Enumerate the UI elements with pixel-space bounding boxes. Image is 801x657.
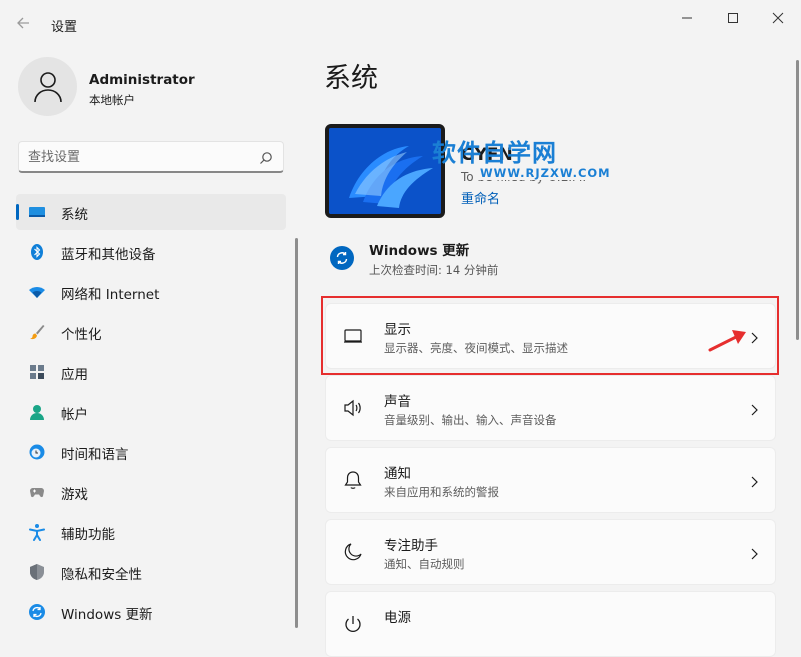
maximize-button[interactable]	[710, 4, 756, 32]
page-title: 系统	[324, 63, 378, 94]
account-icon	[28, 403, 46, 421]
chevron-right-icon	[749, 474, 759, 493]
watermark-url: WWW.RJZXW.COM	[478, 166, 613, 180]
bell-icon	[343, 470, 363, 490]
search-box[interactable]	[18, 141, 284, 173]
sidebar-item-network[interactable]: 网络和 Internet	[16, 274, 286, 310]
sidebar-item-windows-update[interactable]: Windows 更新	[16, 594, 286, 630]
speaker-icon	[343, 398, 363, 418]
network-icon	[28, 283, 46, 301]
sidebar-item-accounts[interactable]: 帐户	[16, 394, 286, 430]
user-name: Administrator	[89, 72, 195, 88]
sidebar-item-personalization[interactable]: 个性化	[16, 314, 286, 350]
sidebar-scrollbar[interactable]	[295, 238, 298, 628]
close-button[interactable]	[755, 4, 801, 32]
sidebar-item-time-language[interactable]: 时间和语言	[16, 434, 286, 470]
desktop-wallpaper-thumbnail	[325, 124, 445, 218]
title-bar: 设置	[0, 0, 801, 48]
red-arrow-icon	[706, 326, 750, 358]
clock-globe-icon	[28, 443, 46, 461]
update-title: Windows 更新	[369, 243, 470, 259]
sidebar-item-system[interactable]: 系统	[16, 194, 286, 230]
back-arrow-icon[interactable]	[12, 10, 38, 36]
sidebar-item-accessibility[interactable]: 辅助功能	[16, 514, 286, 550]
card-sound[interactable]: 声音 音量级别、输出、输入、声音设备	[325, 375, 776, 441]
sidebar-item-bluetooth[interactable]: 蓝牙和其他设备	[16, 234, 286, 270]
apps-icon	[28, 363, 46, 381]
moon-icon	[343, 542, 363, 562]
card-focus-assist[interactable]: 专注助手 通知、自动规则	[325, 519, 776, 585]
shield-icon	[28, 563, 46, 581]
chevron-right-icon	[749, 546, 759, 565]
sidebar-item-gaming[interactable]: 游戏	[16, 474, 286, 510]
minimize-button[interactable]	[664, 4, 710, 32]
search-icon[interactable]	[259, 150, 273, 169]
sidebar-item-privacy[interactable]: 隐私和安全性	[16, 554, 286, 590]
system-icon	[28, 203, 46, 221]
brush-icon	[28, 323, 46, 341]
windows-update-icon	[28, 603, 46, 621]
chevron-right-icon	[749, 402, 759, 421]
window-title: 设置	[51, 20, 78, 35]
sidebar-item-apps[interactable]: 应用	[16, 354, 286, 390]
main-scrollbar[interactable]	[796, 60, 799, 340]
bluetooth-icon	[28, 243, 46, 261]
card-power[interactable]: 电源	[325, 591, 776, 657]
sidebar-nav: 系统 蓝牙和其他设备 网络和 Internet 个性化 应用 帐户 时间和语言 …	[16, 194, 286, 634]
update-subtitle: 上次检查时间: 14 分钟前	[369, 263, 499, 277]
accessibility-icon	[28, 523, 46, 541]
card-notifications[interactable]: 通知 来自应用和系统的警报	[325, 447, 776, 513]
search-input[interactable]	[28, 147, 248, 167]
rename-link[interactable]: 重命名	[461, 188, 500, 207]
account-type: 本地帐户	[89, 93, 135, 107]
windows-update-icon	[330, 246, 354, 270]
avatar	[18, 57, 77, 116]
gamepad-icon	[28, 483, 46, 501]
watermark-text: 软件自学网	[432, 139, 557, 167]
power-icon	[343, 614, 363, 634]
